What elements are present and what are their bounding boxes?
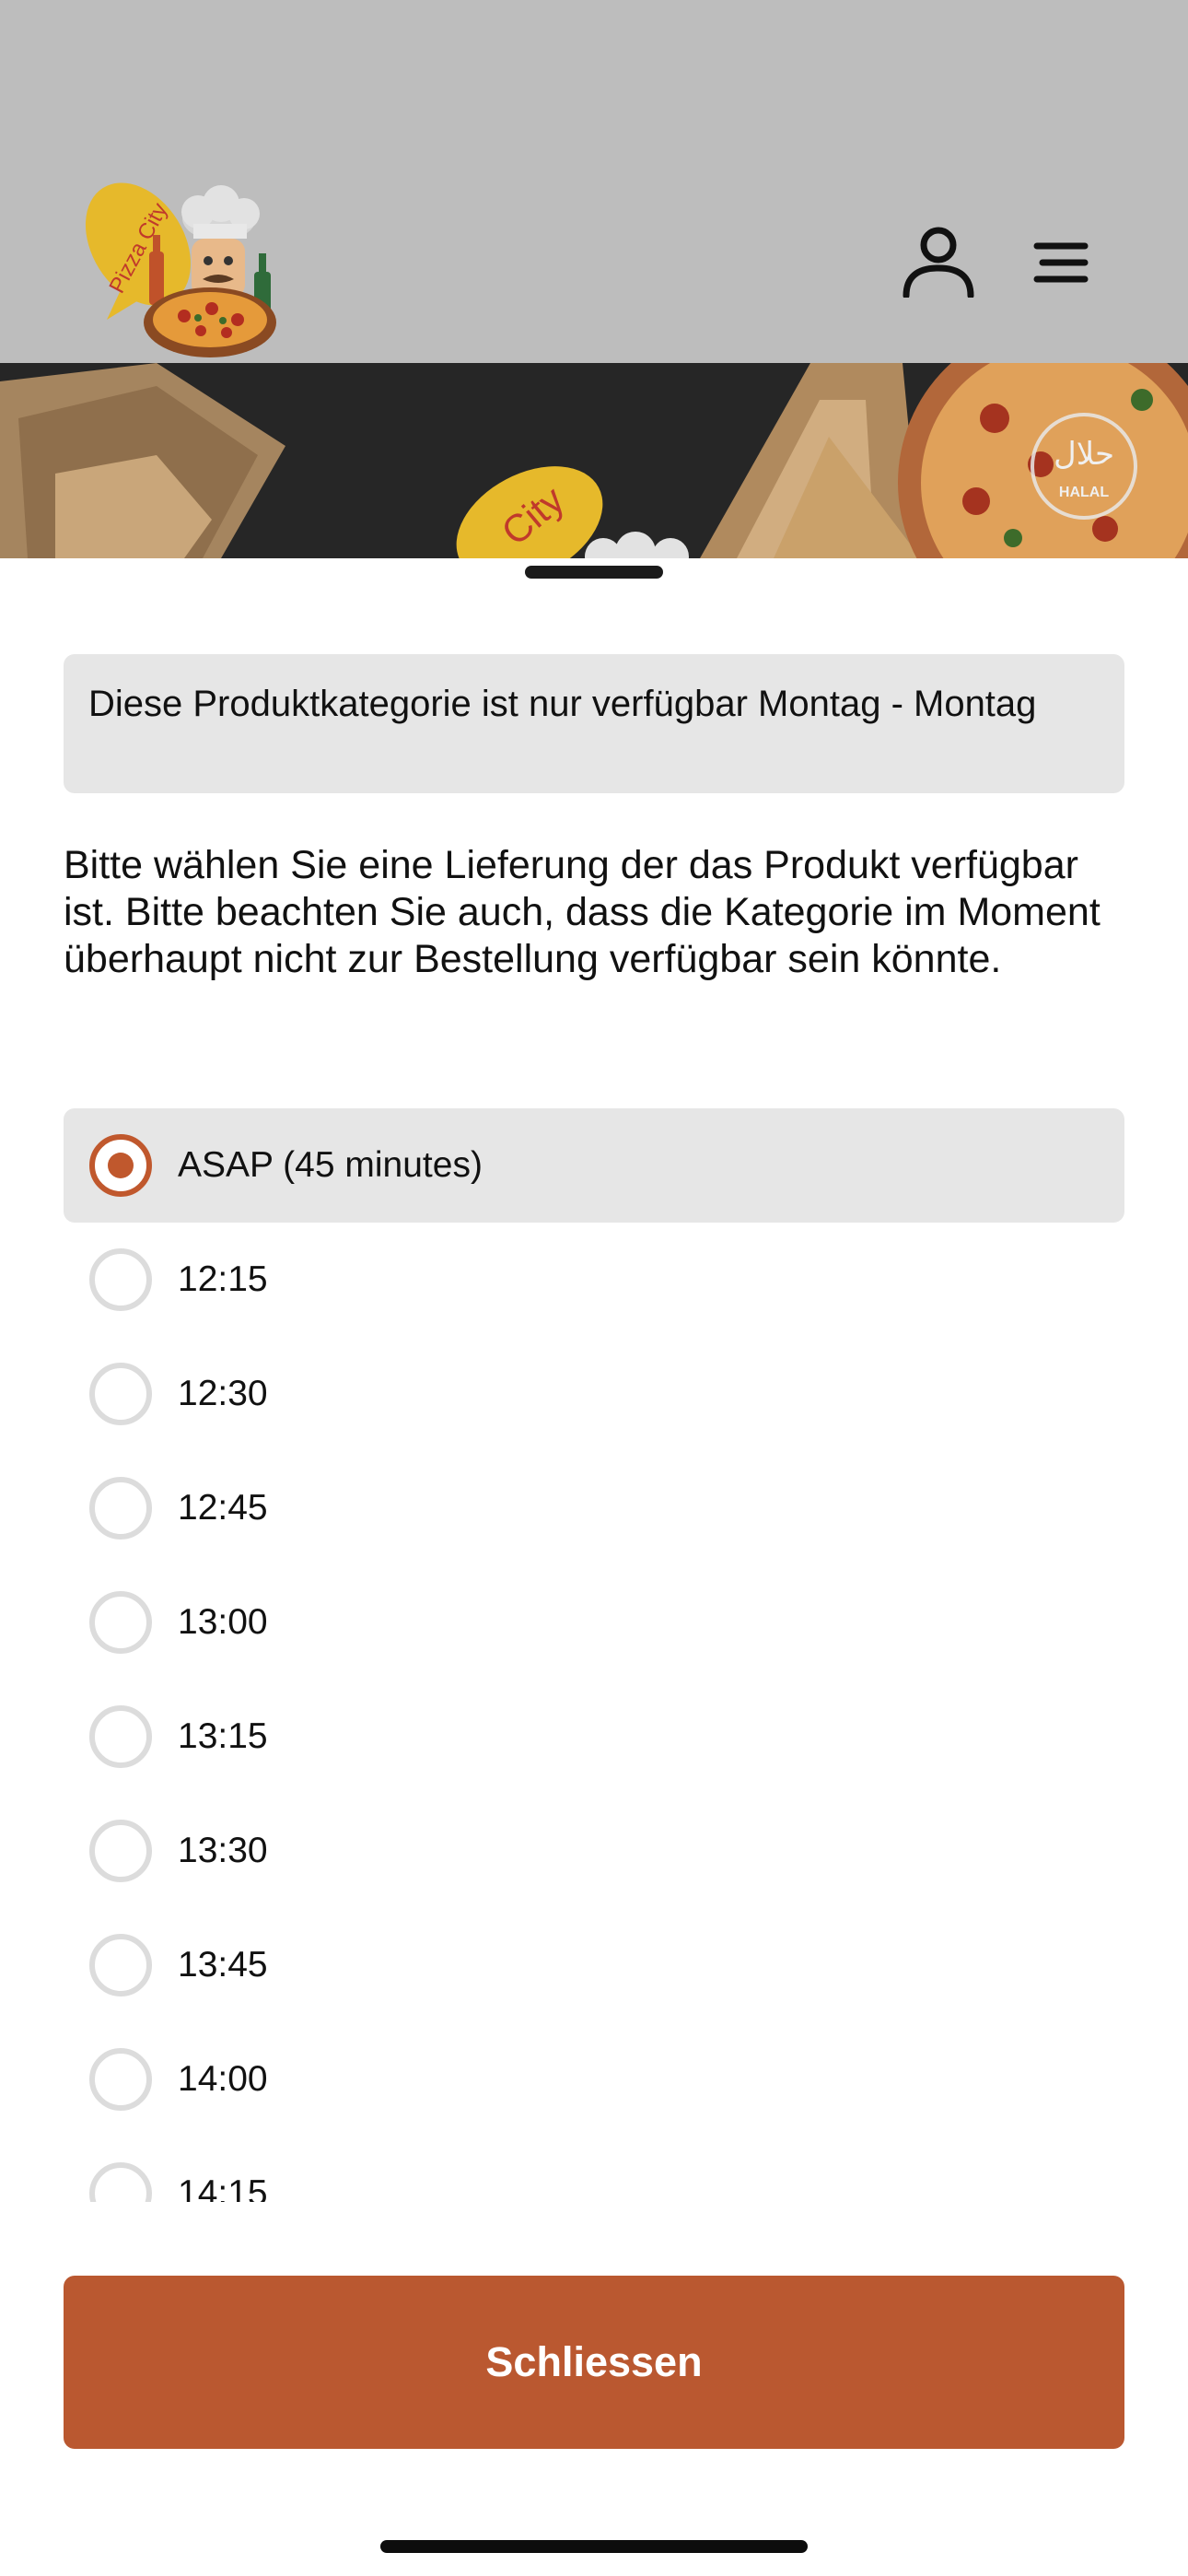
radio-button[interactable] (89, 1363, 152, 1425)
home-indicator (380, 2540, 808, 2553)
time-option-label: 14:00 (178, 2059, 268, 2099)
app-header: Pizza City (0, 0, 1188, 363)
radio-button[interactable] (89, 2162, 152, 2202)
radio-button[interactable] (89, 1820, 152, 1882)
pizza-box-photo: حلال HALAL City (0, 363, 1188, 558)
radio-button[interactable] (89, 2048, 152, 2111)
radio-button[interactable] (89, 1591, 152, 1654)
time-option[interactable]: 12:45 (64, 1451, 1124, 1565)
radio-button[interactable] (89, 1934, 152, 1996)
time-option-label: 13:30 (178, 1831, 268, 1870)
pizza-city-logo[interactable]: Pizza City (64, 170, 285, 364)
radio-button[interactable] (89, 1248, 152, 1311)
close-button[interactable]: Schliessen (64, 2276, 1124, 2449)
time-option-label: 12:15 (178, 1259, 268, 1299)
radio-dot (108, 1153, 134, 1178)
time-option[interactable]: 13:30 (64, 1794, 1124, 1908)
time-option-label: 13:00 (178, 1602, 268, 1642)
time-option-label: ASAP (45 minutes) (178, 1145, 483, 1185)
radio-button[interactable] (89, 1705, 152, 1768)
halal-label: HALAL (1059, 485, 1109, 500)
time-option-label: 13:45 (178, 1945, 268, 1985)
time-option[interactable]: 14:15 (64, 2137, 1124, 2202)
time-option[interactable]: 12:30 (64, 1337, 1124, 1451)
sheet-grabber[interactable] (525, 566, 663, 579)
time-option-label: 12:45 (178, 1488, 268, 1528)
hero-banner-image: حلال HALAL City (0, 363, 1188, 558)
time-option-label: 13:15 (178, 1716, 268, 1756)
delivery-time-list[interactable]: ASAP (45 minutes) 12:15 12:30 12:45 13:0… (64, 1108, 1124, 2202)
time-option[interactable]: 12:15 (64, 1223, 1124, 1337)
halal-arabic-text: حلال (1054, 436, 1114, 473)
time-option[interactable]: 13:45 (64, 1908, 1124, 2022)
time-option[interactable]: 13:00 (64, 1565, 1124, 1680)
time-option-label: 12:30 (178, 1374, 268, 1413)
radio-button[interactable] (89, 1477, 152, 1540)
instruction-text: Bitte wählen Sie eine Lieferung der das … (64, 843, 1101, 981)
radio-button-selected[interactable] (89, 1134, 152, 1197)
time-option[interactable]: ASAP (45 minutes) (64, 1108, 1124, 1223)
time-option[interactable]: 13:15 (64, 1680, 1124, 1794)
user-icon[interactable] (901, 226, 976, 298)
hamburger-menu-icon[interactable] (1031, 241, 1090, 284)
time-option[interactable]: 14:00 (64, 2022, 1124, 2137)
availability-notice: Diese Produktkategorie ist nur verfügbar… (64, 654, 1124, 793)
time-option-label: 14:15 (178, 2173, 268, 2202)
